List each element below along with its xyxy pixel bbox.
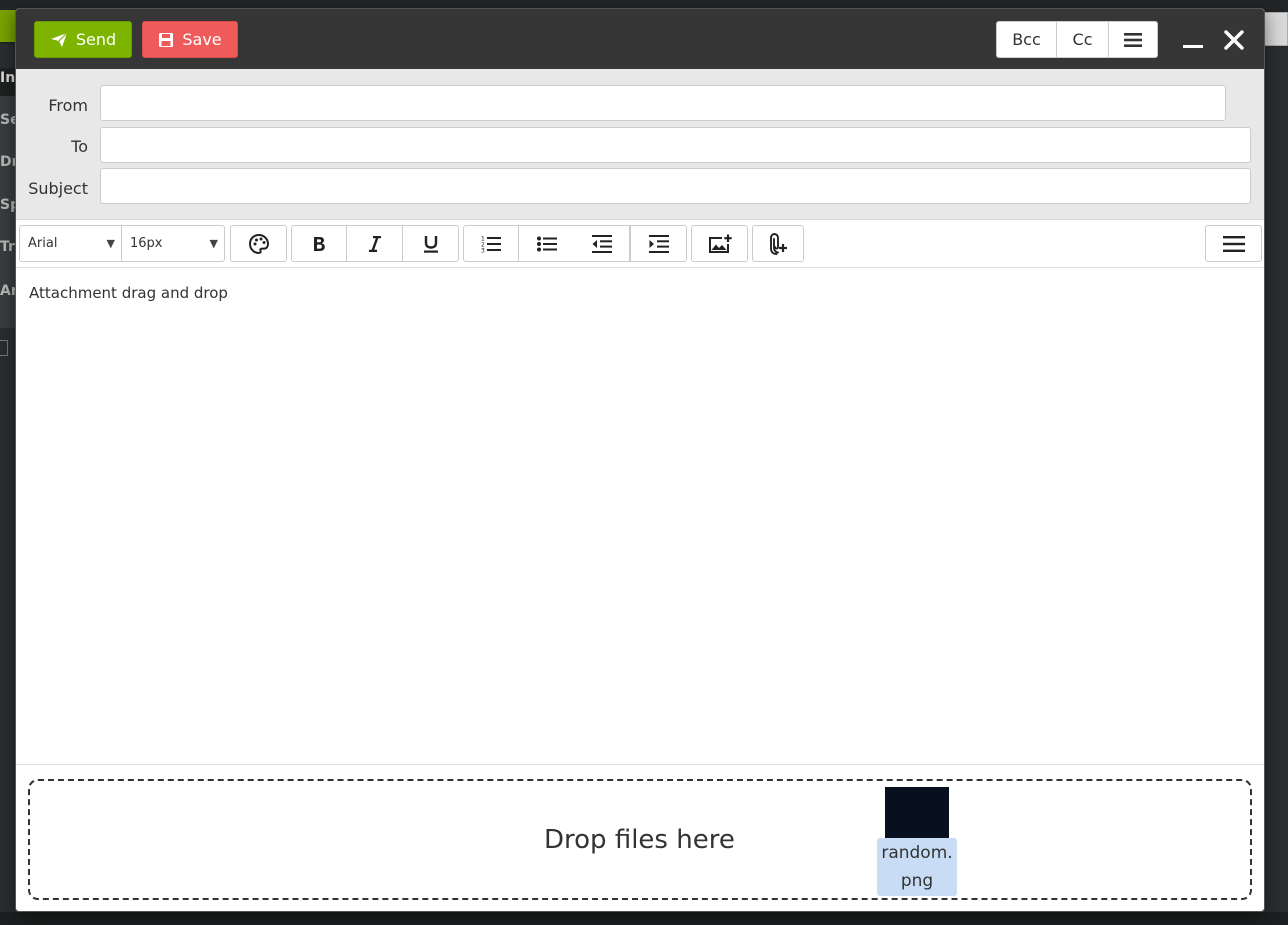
outdent-button[interactable] xyxy=(574,225,630,262)
svg-text:3: 3 xyxy=(481,247,485,253)
insert-image-icon xyxy=(708,234,732,253)
insert-image-button[interactable] xyxy=(691,225,748,262)
header-menu-button[interactable] xyxy=(1109,21,1158,58)
cc-button[interactable]: Cc xyxy=(1057,21,1109,58)
underline-button[interactable] xyxy=(402,225,459,262)
palette-icon xyxy=(248,233,269,254)
message-body-text: Attachment drag and drop xyxy=(29,284,228,302)
font-family-value: Arial xyxy=(28,236,58,251)
attach-file-button[interactable] xyxy=(752,225,804,262)
minimize-button[interactable] xyxy=(1178,25,1208,55)
background-sidebar-item: Dr xyxy=(0,154,16,170)
unordered-list-icon xyxy=(536,236,557,251)
italic-button[interactable] xyxy=(347,225,403,262)
background-sidebar-item: In xyxy=(0,68,16,96)
chevron-down-icon: ▼ xyxy=(209,237,218,250)
bcc-label: Bcc xyxy=(1012,30,1041,49)
editor-toolbar: Arial ▼ 16px ▼ 1 2 3 xyxy=(16,220,1264,268)
background-dropdown xyxy=(1262,12,1288,46)
indent-icon xyxy=(648,234,669,253)
background-sidebar-item: Se xyxy=(0,112,16,128)
font-size-value: 16px xyxy=(130,236,163,251)
font-family-select[interactable]: Arial ▼ xyxy=(19,225,122,262)
from-label: From xyxy=(48,96,88,115)
send-button[interactable]: Send xyxy=(34,21,132,58)
ordered-list-button[interactable]: 1 2 3 xyxy=(463,225,519,262)
to-field[interactable] xyxy=(100,127,1251,163)
address-fields: From To Subject xyxy=(16,69,1264,220)
save-button[interactable]: Save xyxy=(142,21,238,58)
compose-header: Send Save Bcc Cc xyxy=(16,9,1264,69)
minimize-icon xyxy=(1183,45,1203,48)
italic-icon xyxy=(368,235,381,252)
hamburger-icon xyxy=(1124,32,1142,47)
save-label: Save xyxy=(182,30,222,49)
send-label: Send xyxy=(75,30,117,49)
ordered-list-icon: 1 2 3 xyxy=(481,235,501,253)
underline-icon xyxy=(423,235,438,253)
attachment-dropzone[interactable]: Drop files here random.png xyxy=(28,779,1252,900)
dropzone-label: Drop files here xyxy=(544,825,735,855)
close-icon xyxy=(1224,30,1244,50)
background-sidebar-item: Sp xyxy=(0,197,16,213)
indent-button[interactable] xyxy=(630,225,687,262)
close-button[interactable] xyxy=(1219,25,1249,55)
compose-modal: Send Save Bcc Cc From To Subject Arial ▼… xyxy=(15,8,1265,912)
to-label: To xyxy=(71,137,88,156)
font-size-select[interactable]: 16px ▼ xyxy=(121,225,225,262)
bcc-button[interactable]: Bcc xyxy=(996,21,1057,58)
cc-label: Cc xyxy=(1072,30,1093,49)
message-body-editor[interactable]: Attachment drag and drop xyxy=(16,268,1264,765)
bold-button[interactable] xyxy=(291,225,347,262)
dragged-file-name: random.png xyxy=(877,838,957,896)
floppy-disk-icon xyxy=(159,32,174,47)
from-field[interactable] xyxy=(100,85,1226,121)
text-color-button[interactable] xyxy=(230,225,287,262)
subject-label: Subject xyxy=(28,179,88,198)
attach-file-icon xyxy=(770,232,787,255)
background-sidebar-item: Tr xyxy=(0,239,15,255)
more-menu-button[interactable] xyxy=(1205,225,1262,262)
bold-icon xyxy=(314,236,325,251)
background-footer xyxy=(0,912,1288,925)
outdent-icon xyxy=(591,234,612,253)
subject-field[interactable] xyxy=(100,168,1251,204)
background-checkbox xyxy=(0,340,8,356)
unordered-list-button[interactable] xyxy=(519,225,575,262)
paper-plane-icon xyxy=(50,32,68,47)
dragged-file-thumbnail xyxy=(885,787,949,839)
chevron-down-icon: ▼ xyxy=(106,237,115,250)
more-menu-icon xyxy=(1222,235,1245,252)
background-sidebar-item: Ar xyxy=(0,283,16,299)
